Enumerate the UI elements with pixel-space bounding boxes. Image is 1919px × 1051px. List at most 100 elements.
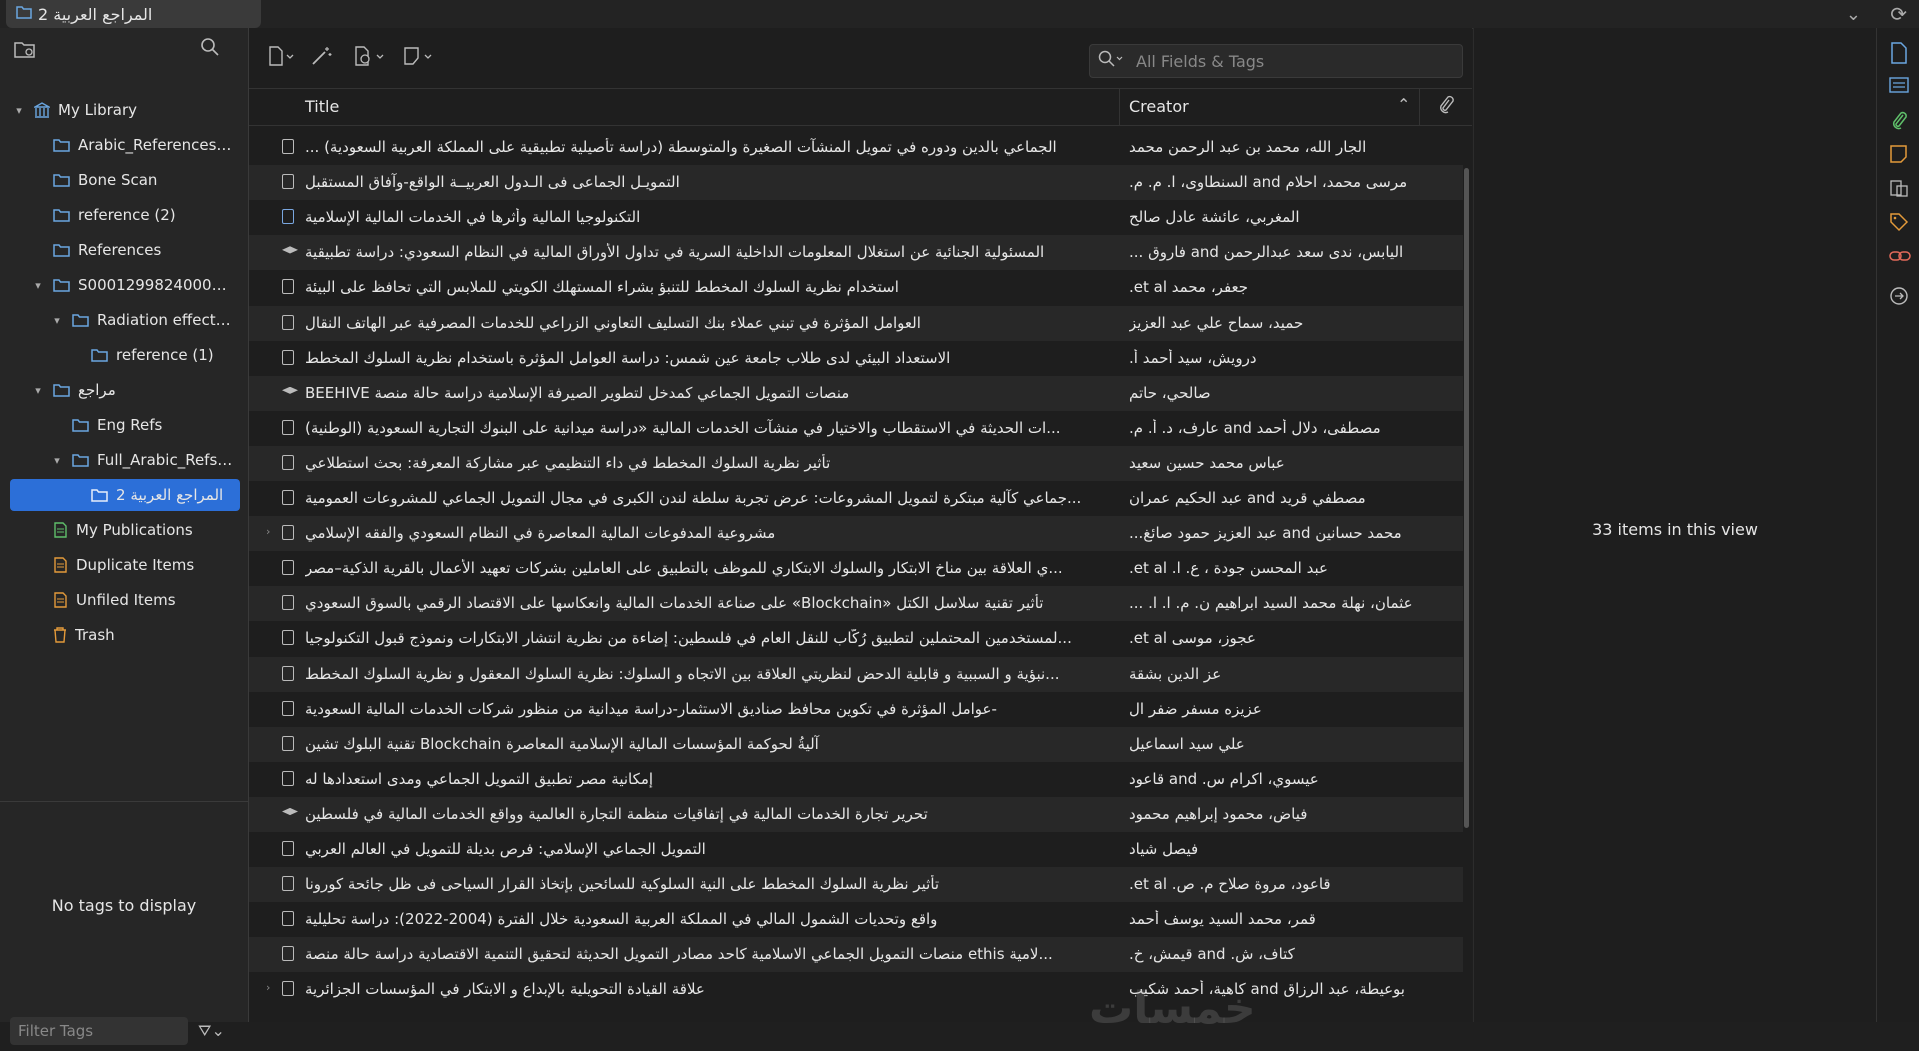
tags-icon[interactable] (1889, 212, 1909, 237)
item-title: تحرير تجارة الخدمات المالية في إتفاقيات … (305, 804, 928, 823)
search-placeholder: All Fields & Tags (1136, 51, 1265, 71)
sidebar-item[interactable]: ▾ S0001299824000655 (0, 269, 248, 301)
sidebar-item[interactable]: Eng Refs (0, 409, 248, 441)
table-row[interactable]: التكنولوجيا المالية وأثرها في الخدمات ال… (249, 200, 1463, 235)
sidebar-item[interactable]: Bone Scan (0, 164, 248, 196)
document-icon (282, 454, 294, 470)
sync-icon[interactable]: ⟳ (1890, 2, 1907, 26)
table-row[interactable]: واقع وتحديات الشمول المالي في المملكة ال… (249, 902, 1463, 937)
table-row[interactable]: ...ي العلاقة بين مناخ الابتكار والسلوك ا… (249, 551, 1463, 586)
table-row[interactable]: ...لمستخدمين المحتملين لتطبيق رُكّاب للن… (249, 621, 1463, 656)
table-row[interactable]: الاستعداد البيئي لدى طلاب جامعة عين شمس:… (249, 341, 1463, 376)
table-row[interactable]: إمكانية مصر تطبيق التمويل الجماعي ومدى ا… (249, 762, 1463, 797)
notes-icon[interactable] (1889, 144, 1909, 169)
new-item-icon[interactable] (267, 46, 297, 71)
table-row[interactable]: التمويل الجماعي الإسلامي: فرص بديلة للتم… (249, 832, 1463, 867)
table-row[interactable]: الجماعي بالدين ودوره في تمويل المنشآت ال… (249, 130, 1463, 165)
new-collection-icon[interactable] (14, 40, 36, 63)
sidebar-item[interactable]: ▾ Full_Arabic_Refs_... (0, 444, 248, 476)
chevron-down-icon[interactable]: ⌄ (1846, 4, 1861, 25)
attachment-column-icon[interactable] (1437, 95, 1455, 119)
attachments-icon[interactable] (1889, 110, 1909, 135)
sidebar-item-label: مراجع (78, 381, 116, 399)
watermark: خمسات (1089, 983, 1256, 1034)
column-creator[interactable]: Creator (1129, 97, 1189, 116)
item-title: إمكانية مصر تطبيق التمويل الجماعي ومدى ا… (305, 769, 654, 788)
item-creator: قاعود، مروة صلاح م. ص. et al. (1129, 875, 1331, 894)
column-divider[interactable] (1419, 89, 1420, 125)
sidebar-item-label: S0001299824000655 (78, 276, 235, 294)
sidebar-item-label: Eng Refs (97, 416, 163, 434)
sidebar-item-label: Trash (75, 626, 115, 644)
sidebar-item[interactable]: Arabic_References_B... (0, 129, 248, 161)
sidebar-item[interactable]: ▾ My Library (0, 94, 248, 126)
table-row[interactable]: تأثير نظرية السلوك المخطط على النية السل… (249, 867, 1463, 903)
table-row[interactable]: ...نبؤية و السببية و قابلية الدحض لنظريت… (249, 656, 1463, 692)
table-row[interactable]: -عوامل المؤثرة في تكوين محافظ صناديق الا… (249, 692, 1463, 727)
sidebar-item[interactable]: reference (2) (0, 199, 248, 231)
new-note-icon[interactable] (403, 46, 437, 71)
info-icon[interactable] (1889, 42, 1909, 69)
column-divider[interactable] (1119, 89, 1120, 125)
table-row[interactable]: ...ات الحديثة في الاستقطاب والاختيار في … (249, 411, 1463, 446)
document-icon (282, 630, 294, 646)
table-row[interactable]: ...جماعي كآلية مبتكرة لتمويل المشروعات: … (249, 481, 1463, 516)
twisty-icon[interactable]: ▾ (50, 314, 64, 327)
folder-icon (53, 138, 70, 152)
table-row[interactable]: التمويـل الجماعى فى الـدول العربيــة الو… (249, 165, 1463, 201)
table-row[interactable]: آليةُ لحوكمة المؤسسات المالية الإسلامية … (249, 726, 1463, 762)
item-title: الجماعي بالدين ودوره في تمويل المنشآت ال… (305, 138, 1057, 156)
table-row[interactable]: تأثير تقنية سلاسل الكتل «Blockchain» على… (249, 586, 1463, 622)
item-title: المسئولية الجنائية عن استغلال المعلومات … (305, 243, 1045, 262)
table-row[interactable]: › علاقة القيادة التحويلية بالإبداع و الاب… (249, 972, 1463, 1007)
table-row[interactable]: تحرير تجارة الخدمات المالية في إتفاقيات … (249, 796, 1463, 832)
item-creator: عز الدين بشقة (1129, 664, 1222, 683)
document-icon (282, 279, 294, 295)
add-attachment-icon[interactable] (353, 46, 389, 71)
table-row[interactable]: العوامل المؤثرة في تبني عملاء بنك التسلي… (249, 305, 1463, 341)
item-creator: عجوز، موسى et al. (1129, 629, 1256, 648)
vertical-scrollbar[interactable] (1464, 168, 1469, 828)
library-tab[interactable]: المراجع العربية 2 (6, 0, 261, 28)
magic-wand-icon[interactable] (311, 46, 333, 71)
top-tab-bar (0, 0, 1919, 29)
document-icon (282, 735, 294, 751)
item-title: ...ات الحديثة في الاستقطاب والاختيار في … (305, 418, 1061, 437)
sort-ascending-icon[interactable]: ⌃ (1397, 95, 1410, 114)
twisty-icon[interactable]: › (266, 981, 270, 994)
sidebar-item[interactable]: References (0, 234, 248, 266)
twisty-icon[interactable]: ▾ (50, 454, 64, 467)
table-row[interactable]: منصات التمويل الجماعي كمدخل لتطوير الصير… (249, 375, 1463, 411)
libraries-collections-icon[interactable] (1889, 178, 1909, 203)
twisty-icon[interactable]: › (266, 525, 270, 538)
sidebar-item[interactable]: Unfiled Items (0, 584, 248, 616)
item-title: تأثير تقنية سلاسل الكتل «Blockchain» على… (305, 594, 1044, 613)
table-row[interactable]: › مشروعية المدفوعات المالية المعاصرة في ا… (249, 516, 1463, 552)
twisty-icon[interactable]: ▾ (31, 279, 45, 292)
related-icon[interactable] (1889, 248, 1911, 269)
table-row[interactable]: استخدام نظرية السلوك المخطط للتنبؤ بشراء… (249, 270, 1463, 305)
folder-icon (72, 418, 89, 432)
sidebar-item[interactable]: المراجع العربية 2 (10, 479, 240, 511)
sidebar-item[interactable]: My Publications (0, 514, 248, 546)
sidebar-item[interactable]: reference (1) (0, 339, 248, 371)
document-icon (282, 525, 294, 541)
twisty-icon[interactable]: ▾ (31, 384, 45, 397)
sidebar-item[interactable]: ▾ Radiation effects ... (0, 304, 248, 336)
column-title[interactable]: Title (305, 97, 339, 116)
filter-tags-input[interactable]: Filter Tags (10, 1017, 188, 1045)
abstract-icon[interactable] (1889, 76, 1909, 99)
search-field[interactable]: All Fields & Tags (1089, 44, 1463, 78)
search-icon[interactable] (200, 37, 220, 62)
twisty-icon[interactable]: ▾ (12, 104, 26, 117)
table-row[interactable]: المسئولية الجنائية عن استغلال المعلومات … (249, 235, 1463, 271)
locate-icon[interactable] (1889, 286, 1909, 311)
sidebar-item-label: reference (2) (78, 206, 176, 224)
sidebar-item[interactable]: ▾ مراجع (0, 374, 248, 406)
document-icon (282, 770, 294, 786)
table-row[interactable]: تأثير نظرية السلوك المخطط في داء التنظيم… (249, 445, 1463, 481)
sidebar-item[interactable]: Trash (0, 619, 248, 651)
table-row[interactable]: ...لامية ethis منصات التمويل الجماعي الا… (249, 937, 1463, 973)
filter-icon[interactable]: ⛛⌄ (198, 1021, 225, 1041)
sidebar-item[interactable]: Duplicate Items (0, 549, 248, 581)
